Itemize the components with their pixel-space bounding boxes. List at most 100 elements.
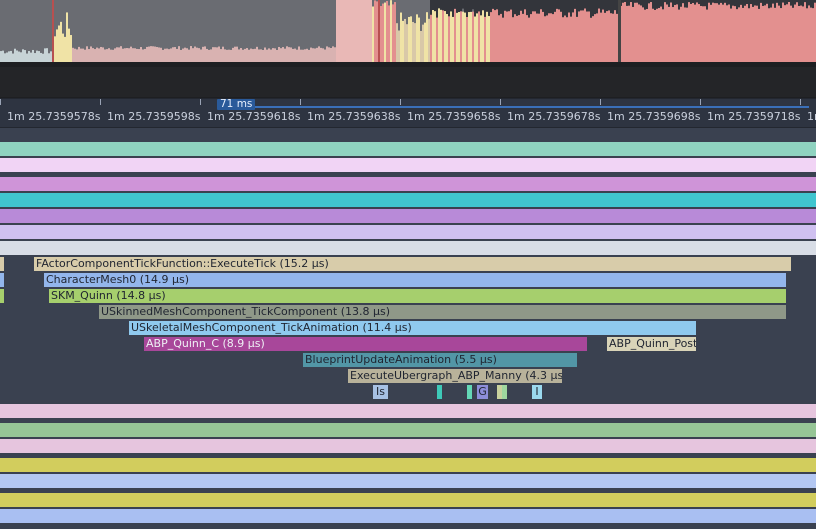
timing-track-stripe[interactable] — [0, 142, 816, 156]
frame-bar — [368, 0, 370, 62]
frame-bar — [426, 12, 428, 62]
frame-bar — [446, 0, 448, 14]
frame-bar — [700, 0, 702, 62]
timing-event[interactable]: ABP_Quinn_C (8.9 µs) — [144, 337, 587, 351]
frame-bar — [806, 0, 808, 62]
frame-bar — [398, 30, 400, 62]
frame-bar — [786, 0, 788, 62]
frame-bar — [744, 0, 746, 62]
frames-graph-canvas[interactable] — [0, 0, 816, 62]
frame-bar — [590, 0, 592, 18]
timing-event[interactable]: USkinnedMeshComponent_TickComponent (13.… — [99, 305, 786, 319]
frame-bar — [334, 47, 336, 62]
frame-bar — [388, 5, 390, 62]
frame-bar — [236, 46, 238, 62]
timing-event[interactable]: Is — [373, 385, 388, 399]
frame-bar — [794, 0, 796, 5]
frame-bar — [688, 0, 690, 3]
frame-bar — [666, 0, 668, 62]
frame-bar — [666, 0, 668, 5]
frame-bar — [516, 0, 518, 16]
frame-bar — [438, 0, 440, 9]
frame-bar — [196, 47, 198, 62]
frame-bar — [748, 0, 750, 9]
frame-bar — [788, 0, 790, 3]
frame-bar — [60, 21, 62, 62]
timing-event[interactable]: USkeletalMeshComponent_TickAnimation (11… — [129, 321, 696, 335]
frame-bar — [716, 0, 718, 4]
timing-track-stripe[interactable] — [0, 423, 816, 437]
frame-bar — [250, 48, 252, 62]
frame-bar — [186, 48, 188, 62]
frame-bar — [740, 0, 742, 5]
timing-event[interactable]: ExecuteUbergraph_ABP_Manny (4.3 µs) — [348, 369, 562, 383]
timing-track-stripe[interactable] — [0, 177, 816, 191]
timing-track-stripe[interactable] — [0, 474, 816, 488]
frame-bar — [612, 0, 614, 14]
timing-track-stripe[interactable] — [0, 193, 816, 207]
frame-bar — [68, 28, 70, 62]
frame-bar — [62, 33, 64, 62]
frame-bar — [682, 0, 684, 4]
frame-bar — [454, 0, 456, 9]
frame-bar — [244, 48, 246, 62]
timing-track-stripe[interactable] — [0, 404, 816, 418]
timing-track-stripe[interactable] — [0, 509, 816, 523]
ruler-tick — [500, 99, 501, 105]
timing-track-stripe[interactable] — [0, 493, 816, 507]
timing-track-stripe[interactable] — [0, 158, 816, 172]
timing-event-stub[interactable] — [0, 289, 4, 303]
frame-bar — [112, 49, 114, 62]
frame-bar — [574, 0, 576, 9]
timing-track-stripe[interactable] — [0, 439, 816, 453]
frame-bar — [56, 29, 58, 62]
timing-event[interactable] — [502, 385, 507, 399]
frame-bar — [764, 0, 766, 62]
frame-bar — [40, 52, 42, 62]
timing-event[interactable]: I — [532, 385, 542, 399]
frame-bar — [752, 0, 754, 7]
timing-track-stripe[interactable] — [0, 225, 816, 239]
frame-bar — [750, 0, 752, 5]
frames-overview-graph[interactable] — [0, 0, 816, 62]
frame-bar — [496, 0, 498, 10]
frame-bar — [90, 46, 92, 62]
timing-event[interactable] — [437, 385, 442, 399]
frame-bar — [294, 48, 296, 62]
frame-bar — [702, 0, 704, 7]
timing-track-stripe[interactable] — [0, 241, 816, 255]
frame-bar — [780, 0, 782, 9]
frame-bar — [42, 53, 44, 62]
frame-bar — [2, 50, 4, 62]
frame-bar — [698, 0, 700, 62]
frame-bar — [466, 0, 468, 18]
timing-event[interactable]: BlueprintUpdateAnimation (5.5 µs) — [303, 353, 577, 367]
frame-bar — [810, 0, 812, 8]
frame-bar — [802, 0, 804, 7]
timing-event[interactable] — [467, 385, 472, 399]
frame-bar — [540, 0, 542, 10]
timing-event[interactable]: G — [477, 385, 488, 399]
timing-event[interactable]: SKM_Quinn (14.8 µs) — [49, 289, 786, 303]
frame-bar — [628, 0, 630, 6]
timing-event[interactable]: CharacterMesh0 (14.9 µs) — [44, 273, 786, 287]
frame-bar — [346, 0, 348, 62]
timing-track-stripe[interactable] — [0, 209, 816, 223]
frame-bar — [648, 0, 650, 4]
timing-event-stub[interactable] — [0, 257, 4, 271]
frame-bar — [216, 47, 218, 62]
frame-bar — [532, 0, 534, 12]
frame-bar — [406, 24, 408, 62]
timing-track-stripe[interactable] — [0, 458, 816, 472]
frame-bar — [348, 0, 350, 62]
time-ruler[interactable]: 71 ms 1m 25.7359578s 1m 25.7359598s 1m 2… — [0, 98, 816, 128]
timing-event[interactable]: FActorComponentTickFunction::ExecuteTick… — [34, 257, 791, 271]
frame-bar — [710, 0, 712, 62]
frame-bar — [474, 0, 476, 17]
timing-event-stub[interactable] — [0, 273, 4, 287]
frame-bar — [402, 20, 404, 62]
frame-bar — [624, 0, 626, 62]
frame-bar — [804, 0, 806, 62]
frame-bar — [646, 0, 648, 62]
timing-event[interactable]: ABP_Quinn_Post — [607, 337, 696, 351]
